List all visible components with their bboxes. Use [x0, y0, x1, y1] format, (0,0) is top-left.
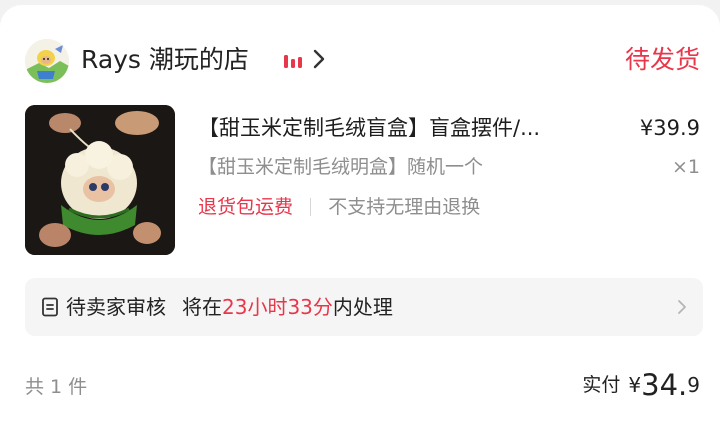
product-price: ¥39.9	[639, 116, 700, 140]
review-deadline: 23小时33分	[222, 295, 333, 319]
product-title[interactable]: 【甜玉米定制毛绒盲盒】盲盒摆件/...	[198, 111, 616, 145]
product-quantity: ×1	[671, 156, 700, 178]
shop-avatar[interactable]	[25, 39, 69, 83]
product-image[interactable]	[25, 105, 175, 255]
review-status-text: 待卖家审核 将在23小时33分内处理	[66, 290, 393, 324]
live-bars-icon	[284, 55, 302, 68]
paid-integer: 34.	[641, 368, 688, 402]
item-count: 共 1 件	[25, 376, 88, 398]
product-spec: 【甜玉米定制毛绒明盒】随机一个	[198, 156, 484, 178]
chevron-right-icon[interactable]	[311, 46, 327, 72]
shop-name[interactable]: Rays 潮玩的店	[81, 42, 249, 78]
tag-divider	[310, 198, 312, 216]
review-status-bar[interactable]: 待卖家审核 将在23小时33分内处理	[25, 278, 703, 336]
paid-decimal: 9	[687, 373, 700, 397]
review-suffix: 内处理	[332, 295, 393, 319]
shop-header[interactable]: Rays 潮玩的店 待发货	[25, 38, 700, 83]
chevron-right-icon[interactable]	[677, 298, 687, 316]
no-reason-return-tag: 不支持无理由退换	[328, 196, 481, 218]
return-shipping-tag: 退货包运费	[198, 196, 294, 218]
paid-label: 实付	[582, 374, 621, 396]
review-label: 待卖家审核	[66, 295, 166, 319]
order-status: 待发货	[624, 45, 700, 74]
review-prefix: 将在	[182, 295, 222, 319]
service-tags: 退货包运费 不支持无理由退换	[198, 191, 480, 223]
paid-amount: 实付 ¥34.9	[582, 365, 700, 405]
paid-currency: ¥	[628, 373, 642, 397]
document-icon	[42, 297, 58, 317]
order-card[interactable]: Rays 潮玩的店 待发货 【甜玉米定制毛绒盲盒】盲盒摆件/... ¥39.9 …	[0, 5, 720, 421]
